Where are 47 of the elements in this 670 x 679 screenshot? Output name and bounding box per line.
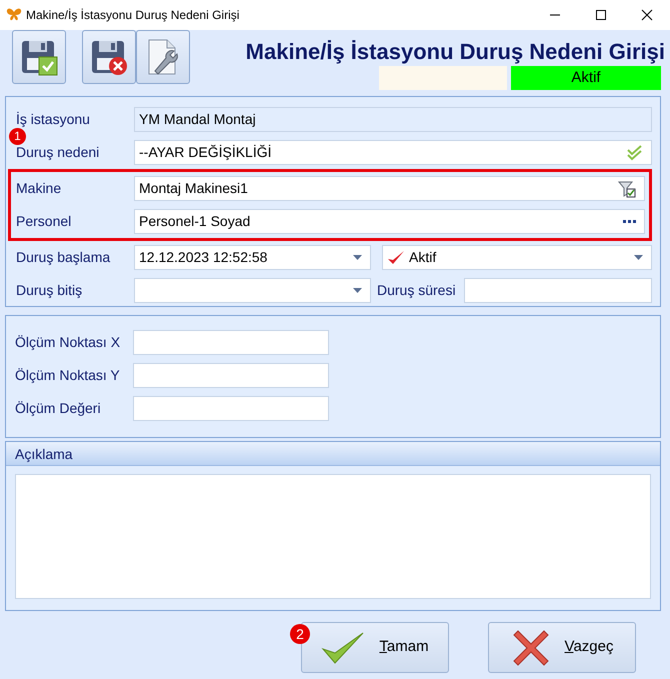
dropdown-caret-icon[interactable] [353, 288, 362, 293]
ellipsis-icon[interactable] [623, 220, 636, 223]
text-field[interactable] [464, 278, 652, 303]
cancel-button[interactable]: Vazgeç [488, 622, 636, 673]
dropdown-caret-icon[interactable] [353, 255, 362, 260]
section-header: Açıklama [6, 442, 660, 466]
status-check-icon [387, 250, 405, 266]
check-icon[interactable] [627, 144, 643, 160]
field-label: İş istasyonu [16, 110, 91, 129]
field-label: Makine [16, 179, 62, 198]
text-field[interactable] [133, 330, 329, 355]
text-field[interactable] [133, 363, 329, 388]
field-label: Duruş başlama [16, 248, 112, 267]
window-title: Makine/İş İstasyonu Duruş Nedeni Girişi [26, 7, 240, 24]
x-mark-icon [510, 628, 551, 668]
lookup-field[interactable]: Montaj Makinesi1 [134, 176, 645, 201]
field-value: Montaj Makinesi1 [139, 179, 248, 198]
field-label: Ölçüm Noktası X [15, 333, 122, 352]
field-label: Personel [16, 212, 72, 231]
field-value: Personel-1 Soyad [139, 212, 250, 231]
field-value: Aktif [409, 248, 436, 267]
status-indicator: Aktif [511, 66, 661, 90]
dropdown-field[interactable] [134, 278, 371, 303]
field-label: Ölçüm Noktası Y [15, 366, 121, 385]
filter-icon[interactable] [618, 180, 636, 198]
dropdown-caret-icon[interactable] [634, 255, 643, 260]
field-value: YM Mandal Montaj [139, 110, 256, 129]
lookup-field[interactable]: Personel-1 Soyad [134, 209, 645, 234]
dropdown-field[interactable]: 12.12.2023 12:52:58 [134, 245, 371, 270]
text-field[interactable] [133, 396, 329, 421]
save-button[interactable] [12, 30, 66, 84]
dropdown-field[interactable]: Aktif [382, 245, 652, 270]
butterfly-icon [6, 8, 22, 22]
cancel-save-button[interactable] [82, 30, 136, 84]
lookup-field[interactable]: --AYAR DEĞİŞİKLİĞİ [134, 140, 652, 165]
checkmark-icon [321, 630, 366, 664]
settings-button[interactable] [136, 30, 190, 84]
callout-badge: 2 [290, 624, 310, 644]
form-title: Makine/İş İstasyonu Duruş Nedeni Girişi [246, 38, 665, 66]
notes-field[interactable] [15, 474, 651, 599]
callout-badge: 1 [9, 128, 26, 145]
field-label: Duruş nedeni [16, 143, 100, 162]
field-value: 12.12.2023 12:52:58 [139, 248, 268, 267]
field-label: Duruş süresi [377, 281, 456, 300]
field-value: --AYAR DEĞİŞİKLİĞİ [139, 143, 272, 162]
field-label: Duruş bitiş [16, 281, 84, 300]
field-label: Ölçüm Değeri [15, 399, 102, 418]
